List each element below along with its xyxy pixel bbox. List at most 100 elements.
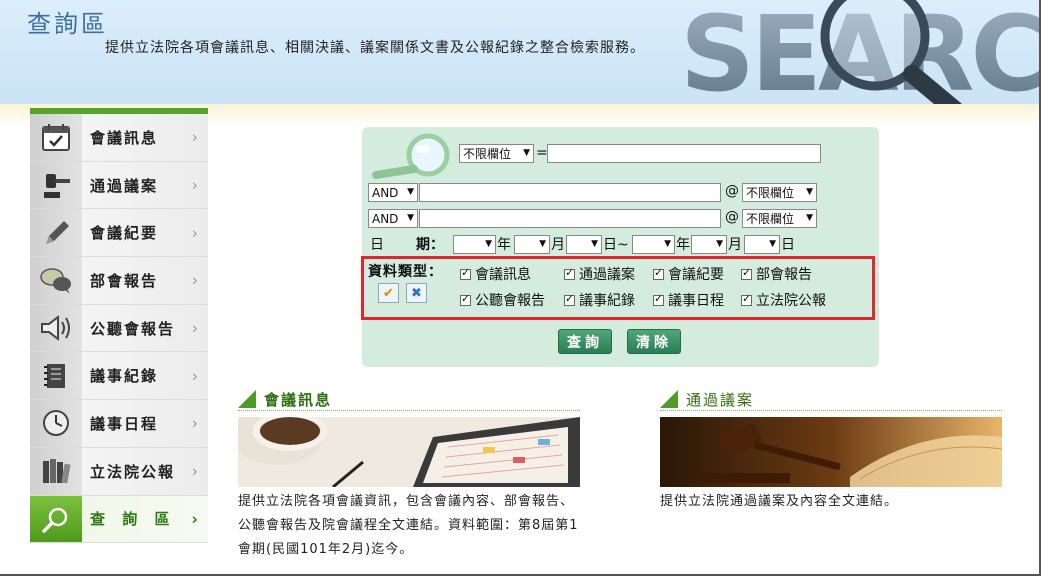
- sidebar-item-label: 議事日程: [90, 414, 159, 433]
- calendar-icon: [30, 114, 82, 161]
- field-select-2-value: 不限欄位: [746, 186, 795, 200]
- section-title[interactable]: 通過議案: [686, 389, 754, 410]
- type-checkbox-public-hearing[interactable]: 公聽會報告: [460, 290, 545, 310]
- type-checkbox-proceedings[interactable]: 議事紀錄: [564, 290, 635, 310]
- type-checkbox-label: 通過議案: [579, 267, 635, 283]
- checkbox[interactable]: [741, 266, 752, 280]
- type-checkbox-meeting-info[interactable]: 會議訊息: [460, 264, 531, 284]
- sidebar-item-meeting-minutes[interactable]: 會議紀要 ›: [30, 209, 208, 258]
- dropdown-arrow-icon: ▼: [407, 213, 414, 223]
- clock-icon: [30, 400, 82, 447]
- operator-select-3[interactable]: AND ▼: [368, 209, 418, 228]
- type-checkbox-ministry-reports[interactable]: 部會報告: [741, 264, 812, 284]
- dropdown-arrow-icon: ▼: [539, 239, 546, 249]
- sidebar-nav: 會議訊息 › 通過議案 › 會議紀要 › 部會報告 › 公聽會報告 › 議事紀錄…: [30, 108, 208, 548]
- triangle-icon: [238, 390, 256, 408]
- start-day-select[interactable]: ▼: [566, 235, 602, 254]
- end-day-select[interactable]: ▼: [744, 235, 780, 254]
- chevron-right-icon: ›: [191, 175, 198, 195]
- passed-bills-image[interactable]: [660, 417, 1002, 487]
- section-title[interactable]: 會議訊息: [264, 389, 332, 410]
- end-year-select[interactable]: ▼: [632, 235, 675, 254]
- sidebar-item-label: 查 詢 區: [90, 510, 176, 529]
- search-panel: 不限欄位 ▼ = AND ▼ @ 不限欄位 ▼ AND ▼ @ 不限欄位 ▼ 日 期： ▼…: [361, 127, 879, 367]
- checkbox[interactable]: [564, 266, 575, 280]
- checkbox[interactable]: [653, 292, 664, 306]
- sidebar-item-passed-bills[interactable]: 通過議案 ›: [30, 161, 208, 210]
- type-checkbox-label: 議事日程: [668, 293, 724, 309]
- date-label-2: 期：: [416, 237, 444, 253]
- sidebar-item-label: 部會報告: [90, 271, 159, 290]
- keyword-input-1[interactable]: [547, 144, 821, 163]
- cross-icon: ✖: [411, 285, 422, 301]
- operator-select-3-value: AND: [372, 211, 399, 226]
- divider: [238, 410, 580, 411]
- chevron-right-icon: ›: [191, 223, 198, 243]
- checkbox[interactable]: [741, 292, 752, 306]
- end-month-select[interactable]: ▼: [691, 235, 727, 254]
- day-label: 日: [781, 237, 795, 253]
- section-passed-bills-header: 通過議案: [660, 387, 754, 411]
- operator-select-2[interactable]: AND ▼: [368, 183, 418, 202]
- sidebar-list: 會議訊息 › 通過議案 › 會議紀要 › 部會報告 › 公聽會報告 › 議事紀錄…: [30, 114, 208, 544]
- dropdown-arrow-icon: ▼: [664, 239, 671, 249]
- field-select-3[interactable]: 不限欄位 ▼: [742, 209, 817, 228]
- sidebar-item-agenda[interactable]: 議事日程 ›: [30, 400, 208, 448]
- sidebar-item-label: 會議訊息: [90, 128, 159, 147]
- gavel-icon: [30, 161, 82, 209]
- section-meeting-info-description: 提供立法院各項會議資訊，包含會議內容、部會報告、公聽會報告及院會議程全文連結。資…: [238, 494, 579, 557]
- dropdown-arrow-icon: ▼: [769, 239, 776, 249]
- sidebar-item-gazette[interactable]: 立法院公報 ›: [30, 447, 208, 496]
- at-sign: @: [725, 183, 739, 199]
- keyword-input-2[interactable]: [419, 183, 721, 202]
- clear-button[interactable]: 清除: [627, 329, 681, 354]
- meeting-info-image[interactable]: [238, 417, 580, 487]
- type-checkbox-label: 立法院公報: [756, 293, 826, 309]
- type-checkbox-label: 公聽會報告: [475, 293, 545, 309]
- checkbox[interactable]: [653, 266, 664, 280]
- sidebar-item-label: 議事紀錄: [90, 367, 159, 386]
- dropdown-arrow-icon: ▼: [407, 187, 414, 197]
- checkbox[interactable]: [564, 292, 575, 306]
- month-label: 月: [728, 237, 742, 253]
- chevron-right-icon: ›: [191, 509, 198, 529]
- data-type-label: 資料類型：: [368, 264, 443, 280]
- field-select-1[interactable]: 不限欄位 ▼: [459, 144, 534, 163]
- at-sign: @: [725, 209, 739, 225]
- clear-all-button[interactable]: ✖: [406, 283, 427, 303]
- search-button[interactable]: 查詢: [558, 329, 612, 354]
- type-checkbox-passed-bills[interactable]: 通過議案: [564, 264, 635, 284]
- type-checkbox-gazette[interactable]: 立法院公報: [741, 290, 826, 310]
- dropdown-arrow-icon: ▼: [523, 148, 530, 158]
- triangle-icon: [660, 390, 678, 408]
- checkbox[interactable]: [460, 292, 471, 306]
- equals-sign: =: [536, 145, 548, 161]
- sidebar-item-meeting-info[interactable]: 會議訊息 ›: [30, 114, 208, 162]
- dropdown-arrow-icon: ▼: [485, 239, 492, 249]
- start-month-select[interactable]: ▼: [514, 235, 550, 254]
- sidebar-item-ministry-reports[interactable]: 部會報告 ›: [30, 257, 208, 305]
- notebook-icon: [30, 352, 82, 400]
- books-icon: [30, 447, 82, 495]
- sidebar-item-proceedings-record[interactable]: 議事紀錄 ›: [30, 352, 208, 401]
- sidebar-item-search[interactable]: 查 詢 區 ›: [30, 495, 208, 544]
- type-checkbox-label: 會議紀要: [668, 267, 724, 283]
- dropdown-arrow-icon: ▼: [716, 239, 723, 249]
- type-checkbox-agenda[interactable]: 議事日程: [653, 290, 724, 310]
- checkbox[interactable]: [460, 266, 471, 280]
- chevron-right-icon: ›: [191, 127, 198, 147]
- header-banner: 查詢區 提供立法院各項會議訊息、相關決議、議案關係文書及公報紀錄之整合檢索服務。…: [0, 0, 1039, 105]
- field-select-2[interactable]: 不限欄位 ▼: [742, 183, 817, 202]
- select-all-button[interactable]: ✔: [378, 283, 399, 303]
- sidebar-item-label: 公聽會報告: [90, 319, 176, 338]
- start-year-select[interactable]: ▼: [453, 235, 496, 254]
- page-frame: 查詢區 提供立法院各項會議訊息、相關決議、議案關係文書及公報紀錄之整合檢索服務。…: [0, 0, 1041, 576]
- megaphone-icon: [30, 304, 82, 352]
- check-icon: ✔: [383, 285, 394, 301]
- dropdown-arrow-icon: ▼: [806, 187, 813, 197]
- chevron-right-icon: ›: [191, 366, 198, 386]
- type-checkbox-minutes[interactable]: 會議紀要: [653, 264, 724, 284]
- keyword-input-3[interactable]: [419, 209, 721, 228]
- sidebar-item-public-hearing[interactable]: 公聽會報告 ›: [30, 304, 208, 353]
- type-checkbox-label: 會議訊息: [475, 267, 531, 283]
